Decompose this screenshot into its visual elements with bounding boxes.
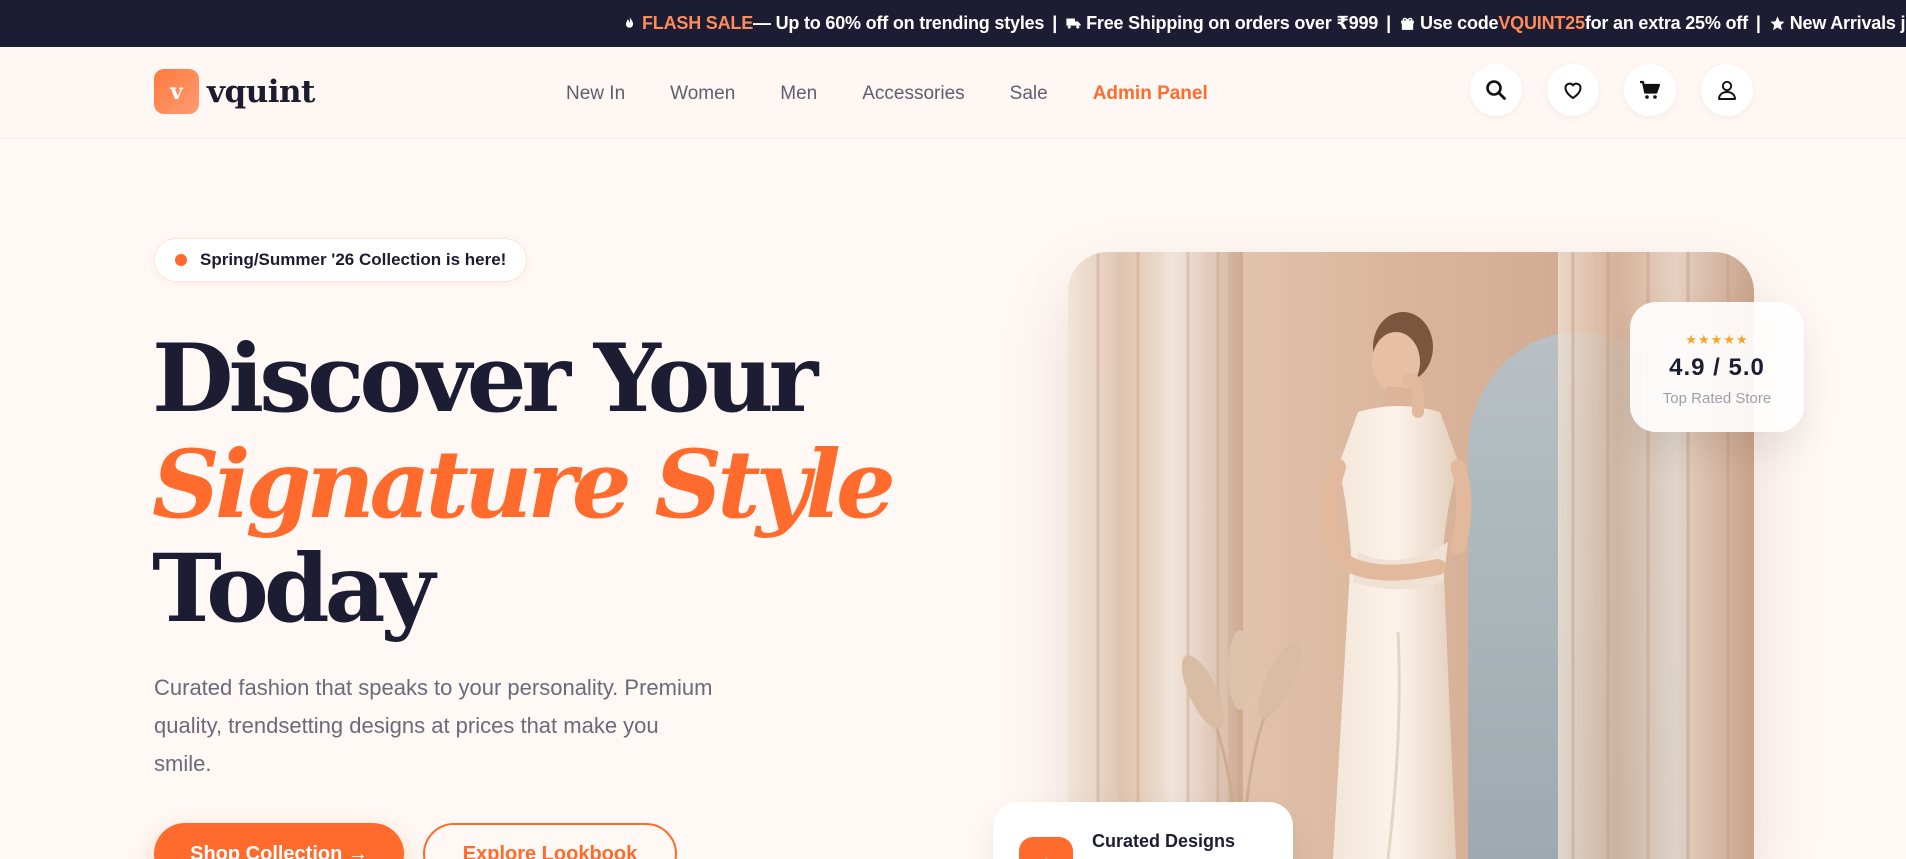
ticker-track: FLASH SALE — Up to 60% off on trending s… — [621, 13, 1906, 34]
ticker-item-promo-code: Use code VQUINT25 for an extra 25% off — [1399, 13, 1748, 34]
cart-button[interactable] — [1624, 64, 1676, 116]
nav-link-new-in[interactable]: New In — [566, 83, 625, 105]
ticker-text: — Up to 60% off on trending styles — [753, 13, 1045, 33]
logo-text: vquint — [207, 73, 315, 110]
ticker-text: for an extra 25% off — [1584, 13, 1748, 33]
ticker-item-free-shipping: Free Shipping on orders over ₹999 — [1065, 13, 1378, 34]
star-icon — [1770, 16, 1785, 31]
rating-stars: ★★★★★ — [1685, 332, 1749, 347]
hero-description: Curated fashion that speaks to your pers… — [154, 675, 713, 776]
account-button[interactable] — [1701, 64, 1753, 116]
ticker-text: Use code — [1419, 13, 1499, 33]
nav-link-accessories[interactable]: Accessories — [862, 83, 964, 105]
rating-card: ★★★★★ 4.9 / 5.0 Top Rated Store — [1630, 302, 1804, 432]
rating-label: Top Rated Store — [1662, 390, 1772, 407]
nav-menu: New In Women Men Accessories Sale Admin … — [566, 83, 1253, 105]
ticker-text: Free Shipping on orders over ₹999 — [1086, 13, 1379, 33]
hero-title-line-2: Signature Style — [152, 430, 896, 540]
ticker-separator: | — [1755, 13, 1761, 33]
main-navbar: v vquint New In Women Men Accessories Sa… — [0, 47, 1906, 139]
explore-lookbook-button[interactable]: Explore Lookbook — [423, 823, 677, 859]
ticker-text: New Arrivals just dropped — [1789, 13, 1906, 33]
logo[interactable]: v vquint — [154, 69, 315, 114]
nav-link-admin-panel[interactable]: Admin Panel — [1093, 83, 1208, 105]
cart-icon — [1640, 80, 1661, 99]
wishlist-button[interactable] — [1547, 64, 1599, 116]
badge-text: Spring/Summer '26 Collection is here! — [200, 250, 507, 269]
curated-designs-card: ✦ Curated Designs — [993, 802, 1293, 859]
heart-icon — [1564, 82, 1582, 100]
nav-link-men[interactable]: Men — [780, 83, 817, 105]
hero-title-line-3: Today — [152, 534, 435, 644]
gift-icon — [1401, 17, 1414, 30]
shop-collection-button[interactable]: Shop Collection → — [154, 823, 404, 859]
ticker-highlight: FLASH SALE — [642, 13, 754, 33]
fire-icon — [625, 16, 634, 28]
ticker-separator: | — [1386, 13, 1391, 33]
hero-title-line-1: Discover Your — [152, 324, 818, 434]
ticker-separator: | — [1052, 13, 1058, 33]
promo-code: VQUINT25 — [1498, 13, 1585, 33]
badge-dot — [175, 254, 187, 266]
nav-icons — [1470, 64, 1778, 116]
announcement-ticker: FLASH SALE — Up to 60% off on trending s… — [0, 0, 1906, 47]
ticker-item-new-arrivals: New Arrivals just dropped — [1769, 13, 1906, 34]
collection-badge: Spring/Summer '26 Collection is here! — [154, 238, 528, 282]
nav-link-sale[interactable]: Sale — [1010, 83, 1048, 105]
search-icon — [1486, 80, 1506, 100]
nav-link-women[interactable]: Women — [670, 83, 735, 105]
logo-mark: v — [154, 69, 199, 114]
user-icon — [1718, 80, 1736, 100]
sparkle-icon: ✦ — [1019, 837, 1073, 859]
truck-icon — [1066, 18, 1081, 29]
rating-score: 4.9 / 5.0 — [1669, 354, 1765, 381]
search-button[interactable] — [1470, 64, 1522, 116]
ticker-item-flash-sale: FLASH SALE — Up to 60% off on trending s… — [621, 13, 1044, 34]
curated-card-title: Curated Designs — [1092, 831, 1236, 851]
